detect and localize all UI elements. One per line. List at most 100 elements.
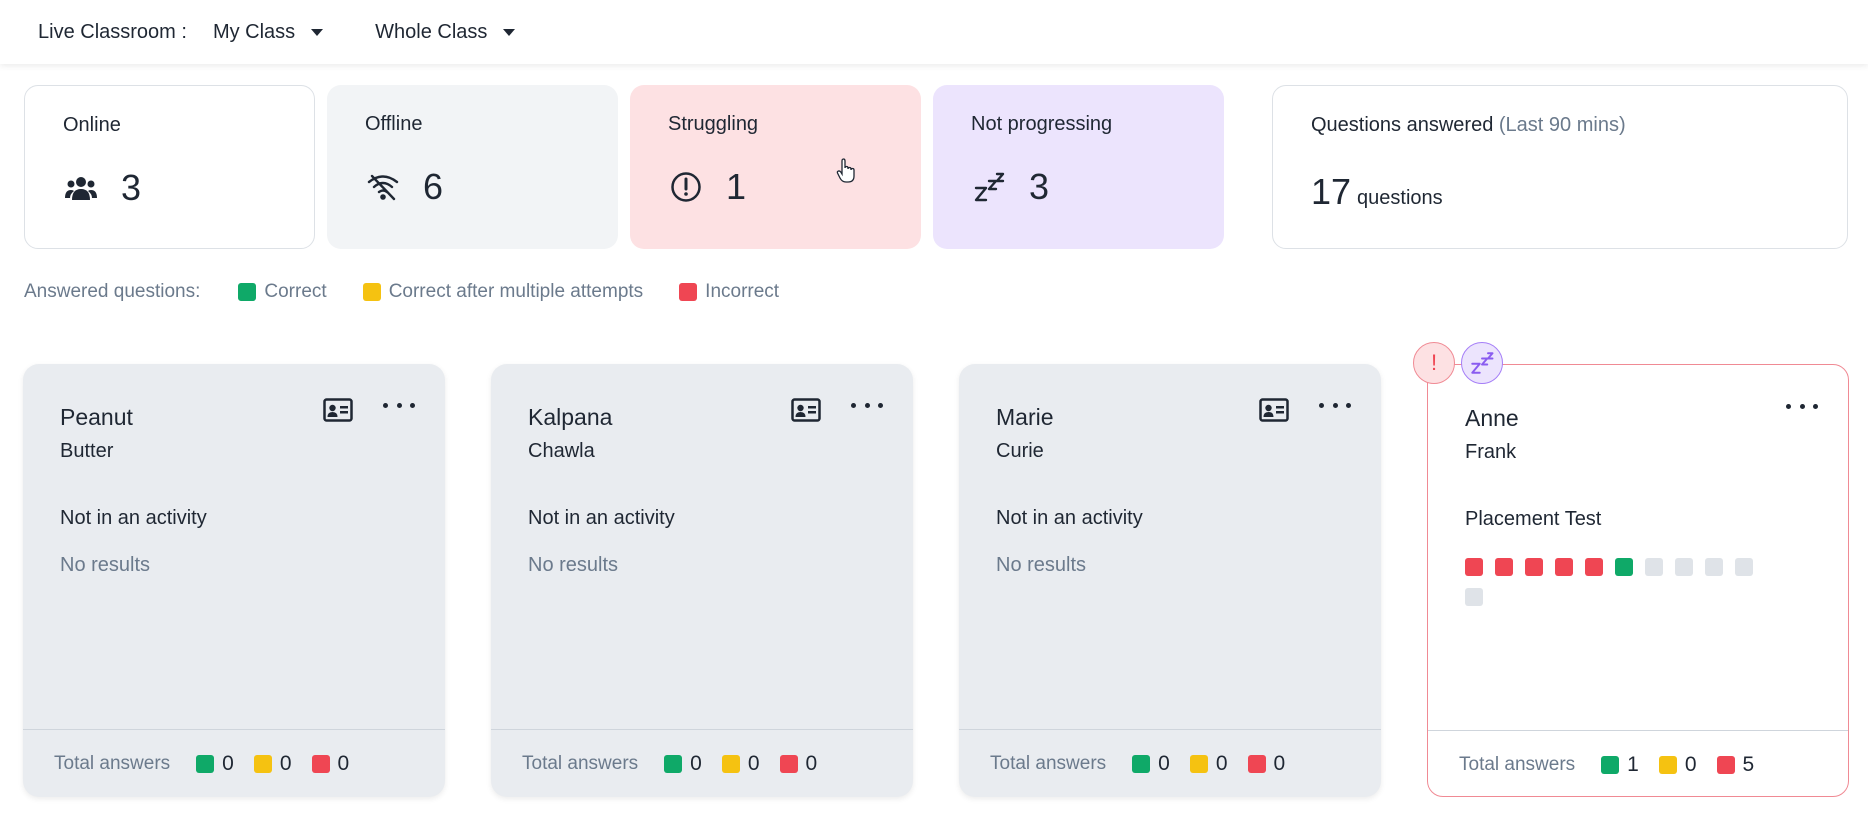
group-dropdown-value: Whole Class: [375, 20, 488, 43]
hand-cursor-icon: [836, 158, 856, 189]
card-divider: [959, 729, 1381, 730]
incorrect-swatch: [679, 283, 698, 301]
multi-count-value: 0: [279, 752, 292, 775]
id-card-icon[interactable]: [1259, 398, 1289, 422]
correct-swatch: [196, 755, 215, 773]
incorrect-count: 0: [311, 752, 350, 776]
question-status-incorrect: [1585, 558, 1603, 576]
class-dropdown-value: My Class: [212, 20, 296, 43]
incorrect-swatch: [311, 755, 330, 773]
student-first-name: Kalpana: [528, 404, 613, 430]
questions-unit: questions: [1357, 187, 1443, 209]
correct-count: 1: [1601, 753, 1639, 777]
incorrect-count: 5: [1716, 753, 1755, 777]
question-status-incorrect: [1465, 558, 1483, 576]
struggling-count: 1: [726, 166, 747, 207]
student-first-name: Anne: [1465, 405, 1519, 431]
correct-swatch: [664, 755, 683, 773]
question-status-correct: [1615, 558, 1633, 576]
correct-count: 0: [196, 752, 234, 776]
multi-count: 0: [1658, 753, 1697, 777]
correct-count-value: 0: [222, 752, 234, 775]
incorrect-count-value: 5: [1742, 753, 1755, 776]
multi-count-value: 0: [1215, 752, 1228, 775]
legend-multi-label: Correct after multiple attempts: [388, 281, 644, 302]
questions-answered-title: Questions answered (Last 90 mins): [1311, 114, 1809, 137]
struggling-title: Struggling: [668, 113, 759, 135]
incorrect-count-value: 0: [1273, 752, 1286, 775]
more-options-icon[interactable]: [851, 394, 883, 416]
student-results: No results: [60, 554, 151, 576]
card-divider: [1428, 730, 1848, 731]
offline-count: 6: [423, 166, 444, 207]
top-bar: Live Classroom : My Class Whole Class: [0, 0, 1868, 64]
more-options-icon[interactable]: [383, 394, 415, 416]
live-classroom-label: Live Classroom :: [38, 20, 187, 43]
class-dropdown[interactable]: My Class: [212, 20, 324, 44]
struggling-stat-card[interactable]: Struggling 1: [630, 85, 921, 249]
wifi-off-icon: [365, 169, 401, 205]
card-footer: Total answers 0 0 0: [54, 752, 369, 776]
answer-legend: Answered questions: Correct Correct afte…: [24, 281, 815, 303]
not-progressing-title: Not progressing: [971, 113, 1113, 135]
legend-correct: Correct: [238, 281, 327, 303]
multi-count-value: 0: [747, 752, 760, 775]
multi-count-value: 0: [1684, 753, 1697, 776]
offline-stat-card[interactable]: Offline 6: [327, 85, 618, 249]
incorrect-count-value: 0: [337, 752, 350, 775]
student-card[interactable]: Kalpana Chawla Not in an activity No res…: [491, 364, 913, 797]
total-answers-label: Total answers: [522, 753, 639, 774]
questions-count: 17: [1311, 171, 1352, 212]
incorrect-swatch: [1716, 756, 1735, 774]
student-first-name: Marie: [996, 404, 1054, 430]
multi-count: 0: [1189, 752, 1228, 776]
correct-count-value: 1: [1627, 753, 1639, 776]
legend-incorrect-label: Incorrect: [705, 281, 780, 302]
incorrect-count: 0: [779, 752, 818, 776]
multi-swatch: [721, 755, 740, 773]
question-status-incorrect: [1495, 558, 1513, 576]
multi-swatch: [1658, 756, 1677, 774]
question-status-unanswered: [1645, 558, 1663, 576]
legend-multi: Correct after multiple attempts: [362, 281, 644, 303]
online-title: Online: [63, 114, 121, 136]
student-activity: Not in an activity: [996, 507, 1143, 529]
not-progressing-stat-card[interactable]: Not progressing 3: [933, 85, 1224, 249]
question-status-unanswered: [1465, 588, 1483, 606]
id-card-icon[interactable]: [791, 398, 821, 422]
student-results: No results: [996, 554, 1087, 576]
student-activity: Not in an activity: [528, 507, 675, 529]
student-card[interactable]: Peanut Butter Not in an activity No resu…: [23, 364, 445, 797]
correct-swatch: [1132, 755, 1151, 773]
more-options-icon[interactable]: [1319, 394, 1351, 416]
student-activity: Placement Test: [1465, 508, 1602, 530]
student-card-alert[interactable]: Anne Frank Placement Test Total answers …: [1427, 364, 1849, 797]
questions-answered-card: Questions answered (Last 90 mins) 17 que…: [1272, 85, 1848, 249]
group-dropdown[interactable]: Whole Class: [375, 20, 516, 44]
correct-count: 0: [664, 752, 702, 776]
id-card-icon[interactable]: [323, 398, 353, 422]
student-first-name: Peanut: [60, 404, 133, 430]
multi-swatch: [1189, 755, 1208, 773]
student-last-name: Curie: [996, 440, 1044, 462]
incorrect-count-value: 0: [805, 752, 818, 775]
legend-correct-label: Correct: [264, 281, 327, 302]
correct-swatch: [238, 283, 257, 301]
struggling-badge-icon: !: [1413, 342, 1455, 384]
card-divider: [491, 729, 913, 730]
zzz-icon: [971, 169, 1007, 205]
total-answers-label: Total answers: [1459, 754, 1576, 775]
correct-count-value: 0: [690, 752, 702, 775]
student-activity: Not in an activity: [60, 507, 207, 529]
alert-circle-icon: [668, 169, 704, 205]
multi-swatch: [253, 755, 272, 773]
student-card[interactable]: Marie Curie Not in an activity No result…: [959, 364, 1381, 797]
incorrect-swatch: [1247, 755, 1266, 773]
online-stat-card[interactable]: Online 3: [24, 85, 315, 249]
card-divider: [23, 729, 445, 730]
caret-down-icon: [503, 28, 516, 36]
more-options-icon[interactable]: [1786, 395, 1818, 417]
multi-swatch: [362, 283, 381, 301]
offline-title: Offline: [365, 113, 423, 135]
student-results: No results: [528, 554, 619, 576]
